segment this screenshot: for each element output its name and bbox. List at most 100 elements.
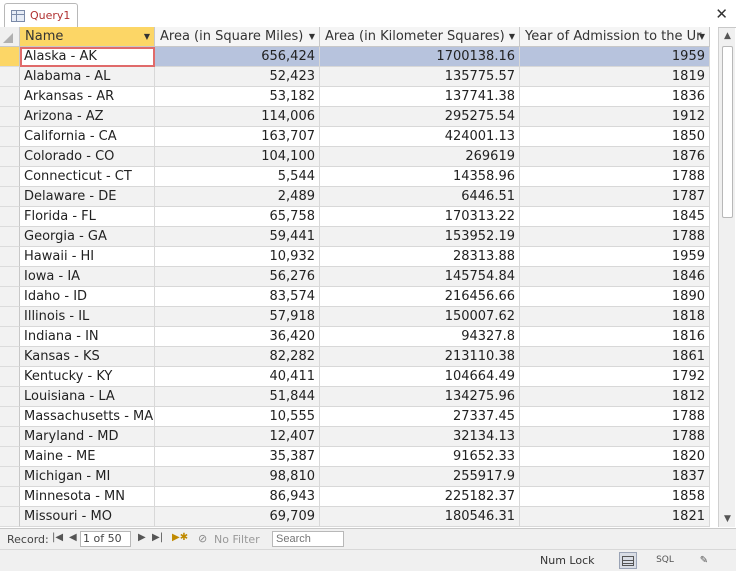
- previous-record-icon[interactable]: ◀: [69, 532, 77, 543]
- sql-view-icon[interactable]: SQL: [656, 552, 674, 569]
- table-cell[interactable]: 1845: [520, 207, 710, 227]
- dropdown-arrow-icon[interactable]: ▼: [144, 27, 150, 46]
- select-all-corner[interactable]: [0, 27, 20, 47]
- table-cell[interactable]: 225182.37: [320, 487, 520, 507]
- column-header-area-km[interactable]: Area (in Kilometer Squares) ▼: [320, 27, 520, 47]
- record-selector[interactable]: [0, 247, 20, 267]
- table-cell[interactable]: 1890: [520, 287, 710, 307]
- search-input[interactable]: [272, 531, 344, 547]
- table-cell[interactable]: 40,411: [155, 367, 320, 387]
- table-cell[interactable]: 1836: [520, 87, 710, 107]
- table-cell[interactable]: Kansas - KS: [20, 347, 155, 367]
- table-cell[interactable]: 1788: [520, 427, 710, 447]
- table-cell[interactable]: California - CA: [20, 127, 155, 147]
- record-selector[interactable]: [0, 487, 20, 507]
- table-cell[interactable]: 1912: [520, 107, 710, 127]
- table-cell[interactable]: Arkansas - AR: [20, 87, 155, 107]
- table-cell[interactable]: 295275.54: [320, 107, 520, 127]
- table-cell[interactable]: 98,810: [155, 467, 320, 487]
- table-cell[interactable]: 1819: [520, 67, 710, 87]
- table-cell[interactable]: Minnesota - MN: [20, 487, 155, 507]
- record-selector[interactable]: [0, 87, 20, 107]
- table-cell[interactable]: 137741.38: [320, 87, 520, 107]
- table-row[interactable]: Florida - FL 65,758 170313.22 1845: [0, 207, 718, 227]
- record-selector[interactable]: [0, 367, 20, 387]
- table-cell[interactable]: 94327.8: [320, 327, 520, 347]
- table-cell[interactable]: 1837: [520, 467, 710, 487]
- new-record-icon[interactable]: ▶✱: [172, 532, 188, 543]
- table-cell[interactable]: 86,943: [155, 487, 320, 507]
- table-cell[interactable]: 424001.13: [320, 127, 520, 147]
- table-cell[interactable]: 1700138.16: [320, 47, 520, 67]
- table-cell[interactable]: 1788: [520, 167, 710, 187]
- first-record-icon[interactable]: |◀: [52, 532, 63, 543]
- record-selector[interactable]: [0, 107, 20, 127]
- current-record-field[interactable]: 1 of 50: [80, 531, 131, 547]
- table-cell[interactable]: 1858: [520, 487, 710, 507]
- table-cell[interactable]: Georgia - GA: [20, 227, 155, 247]
- record-selector[interactable]: [0, 307, 20, 327]
- table-cell[interactable]: 56,276: [155, 267, 320, 287]
- table-cell[interactable]: Illinois - IL: [20, 307, 155, 327]
- table-cell[interactable]: Michigan - MI: [20, 467, 155, 487]
- filter-status[interactable]: No Filter: [214, 533, 260, 546]
- table-cell[interactable]: 1821: [520, 507, 710, 527]
- table-cell[interactable]: 1818: [520, 307, 710, 327]
- table-cell[interactable]: 10,555: [155, 407, 320, 427]
- table-cell[interactable]: Delaware - DE: [20, 187, 155, 207]
- table-cell[interactable]: 180546.31: [320, 507, 520, 527]
- table-cell[interactable]: 1876: [520, 147, 710, 167]
- table-cell[interactable]: 213110.38: [320, 347, 520, 367]
- record-selector[interactable]: [0, 167, 20, 187]
- table-cell[interactable]: 153952.19: [320, 227, 520, 247]
- table-cell[interactable]: 57,918: [155, 307, 320, 327]
- column-header-year-admission[interactable]: Year of Admission to the Ur ▼: [520, 27, 710, 47]
- last-record-icon[interactable]: ▶|: [152, 532, 163, 543]
- table-cell[interactable]: 1846: [520, 267, 710, 287]
- table-cell[interactable]: Massachusetts - MA: [20, 407, 155, 427]
- table-cell[interactable]: 35,387: [155, 447, 320, 467]
- table-cell[interactable]: Colorado - CO: [20, 147, 155, 167]
- table-cell[interactable]: 135775.57: [320, 67, 520, 87]
- table-cell[interactable]: 170313.22: [320, 207, 520, 227]
- record-selector[interactable]: [0, 227, 20, 247]
- table-row[interactable]: Connecticut - CT 5,544 14358.96 1788: [0, 167, 718, 187]
- table-cell[interactable]: 255917.9: [320, 467, 520, 487]
- scroll-up-icon[interactable]: ▲: [721, 29, 734, 43]
- dropdown-arrow-icon[interactable]: ▼: [699, 27, 705, 46]
- table-cell[interactable]: 69,709: [155, 507, 320, 527]
- design-view-icon[interactable]: ✎: [695, 552, 713, 569]
- close-icon[interactable]: ✕: [715, 5, 728, 23]
- table-row[interactable]: Massachusetts - MA 10,555 27337.45 1788: [0, 407, 718, 427]
- table-cell[interactable]: 150007.62: [320, 307, 520, 327]
- table-row[interactable]: Iowa - IA 56,276 145754.84 1846: [0, 267, 718, 287]
- table-row[interactable]: Delaware - DE 2,489 6446.51 1787: [0, 187, 718, 207]
- table-cell[interactable]: 83,574: [155, 287, 320, 307]
- table-cell[interactable]: 1861: [520, 347, 710, 367]
- table-row[interactable]: Idaho - ID 83,574 216456.66 1890: [0, 287, 718, 307]
- record-selector[interactable]: [0, 447, 20, 467]
- record-selector[interactable]: [0, 327, 20, 347]
- table-cell[interactable]: 5,544: [155, 167, 320, 187]
- table-row[interactable]: Missouri - MO 69,709 180546.31 1821: [0, 507, 718, 527]
- table-cell[interactable]: Iowa - IA: [20, 267, 155, 287]
- record-selector[interactable]: [0, 467, 20, 487]
- table-cell[interactable]: 1788: [520, 407, 710, 427]
- table-cell[interactable]: 27337.45: [320, 407, 520, 427]
- table-cell[interactable]: 6446.51: [320, 187, 520, 207]
- table-cell[interactable]: 1792: [520, 367, 710, 387]
- column-header-area-sq-miles[interactable]: Area (in Square Miles) ▼: [155, 27, 320, 47]
- table-cell[interactable]: 65,758: [155, 207, 320, 227]
- table-cell[interactable]: 2,489: [155, 187, 320, 207]
- table-cell[interactable]: 52,423: [155, 67, 320, 87]
- table-cell[interactable]: 104664.49: [320, 367, 520, 387]
- table-cell[interactable]: 1787: [520, 187, 710, 207]
- record-selector[interactable]: [0, 287, 20, 307]
- table-cell[interactable]: Louisiana - LA: [20, 387, 155, 407]
- table-cell[interactable]: 28313.88: [320, 247, 520, 267]
- table-cell[interactable]: 145754.84: [320, 267, 520, 287]
- table-cell[interactable]: 10,932: [155, 247, 320, 267]
- table-row[interactable]: Illinois - IL 57,918 150007.62 1818: [0, 307, 718, 327]
- table-cell[interactable]: Indiana - IN: [20, 327, 155, 347]
- table-row[interactable]: Kansas - KS 82,282 213110.38 1861: [0, 347, 718, 367]
